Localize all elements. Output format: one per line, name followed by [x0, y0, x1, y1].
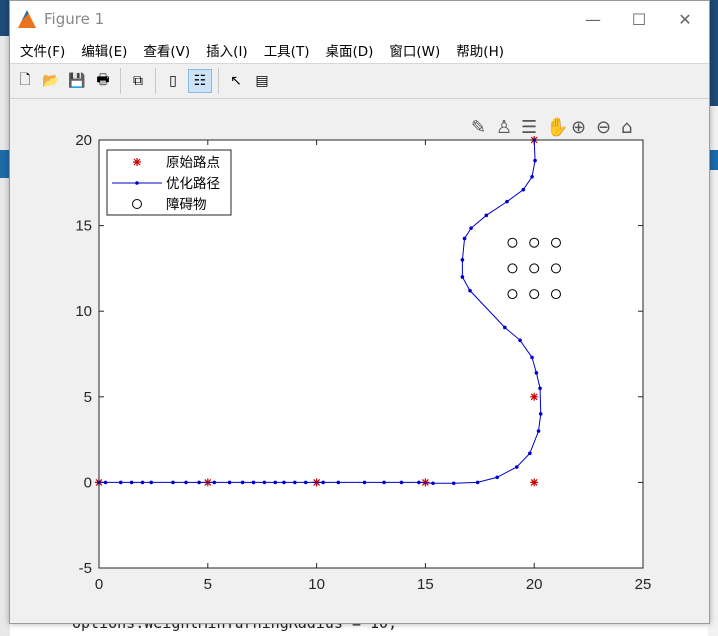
- path-point: [240, 480, 245, 485]
- path-point: [282, 480, 286, 485]
- plot: ✎ ♙ ☰ ✋ ⊕ ⊖ ⌂0 5 10 15 20 25-505101520原始路点优化路径障碍物: [75, 116, 652, 593]
- path-point: [518, 338, 522, 343]
- path-point: [251, 480, 256, 485]
- y-tick-label: 0: [84, 474, 92, 491]
- path-point: [475, 480, 480, 485]
- path-point: [227, 480, 232, 485]
- path-point: [431, 481, 435, 486]
- path-point: [184, 480, 188, 485]
- data-cursor-icon[interactable]: ♙: [496, 117, 512, 138]
- x-tick-label: 0: [95, 576, 103, 593]
- path-point: [530, 175, 534, 179]
- path-point: [262, 480, 267, 485]
- path-point: [362, 480, 367, 485]
- path-point: [171, 480, 175, 485]
- path-point: [536, 429, 541, 433]
- path-point: [528, 451, 532, 456]
- path-point: [503, 325, 507, 330]
- path-point: [469, 226, 473, 230]
- path-point: [212, 480, 217, 485]
- legend-label: 优化路径: [166, 176, 220, 192]
- waypoint-marker: [530, 478, 539, 487]
- path-point: [468, 288, 472, 293]
- legend-dot: [135, 181, 139, 185]
- path-point: [293, 480, 297, 485]
- path-point: [462, 236, 467, 241]
- path-point: [382, 480, 386, 485]
- path-point: [273, 480, 278, 485]
- legend: 原始路点优化路径障碍物: [106, 149, 232, 216]
- path-point: [149, 480, 154, 485]
- y-tick-label: -5: [79, 560, 92, 577]
- path-point: [118, 480, 123, 485]
- path-point: [303, 480, 308, 485]
- pan-icon[interactable]: ✋: [546, 116, 568, 138]
- path-point: [103, 480, 108, 485]
- path-point: [534, 371, 539, 375]
- x-tick-label: 15: [417, 576, 434, 593]
- home-icon[interactable]: ⌂: [621, 117, 632, 138]
- path-point: [399, 480, 404, 485]
- path-point: [533, 158, 537, 163]
- path-point: [417, 480, 421, 485]
- path-point: [530, 355, 534, 360]
- x-tick-label: 20: [526, 576, 543, 593]
- path-point: [197, 480, 201, 485]
- legend-asterisk: [133, 158, 141, 166]
- path-point: [451, 481, 456, 486]
- path-point: [336, 480, 341, 485]
- y-tick-label: 10: [75, 303, 92, 320]
- path-point: [321, 480, 325, 485]
- x-tick-label: 25: [635, 576, 652, 593]
- path-point: [460, 275, 465, 279]
- y-tick-label: 15: [75, 218, 92, 235]
- data-tips-icon[interactable]: ☰: [521, 117, 537, 138]
- path-point: [460, 258, 465, 262]
- legend-label: 原始路点: [166, 155, 220, 171]
- path-point: [484, 213, 489, 218]
- path-point: [538, 386, 542, 391]
- y-tick-label: 5: [84, 389, 92, 406]
- x-tick-label: 10: [308, 576, 325, 593]
- path-point: [140, 480, 145, 485]
- waypoint-marker: [530, 392, 539, 401]
- path-point: [514, 465, 519, 469]
- zoom-out-icon[interactable]: ⊖: [596, 117, 611, 138]
- x-tick-label: 5: [204, 576, 212, 593]
- legend-label: 障碍物: [166, 197, 207, 213]
- path-point: [505, 199, 509, 204]
- path-point: [495, 475, 500, 480]
- zoom-in-icon[interactable]: ⊕: [571, 117, 586, 138]
- y-tick-label: 20: [75, 132, 92, 149]
- path-point: [538, 412, 543, 416]
- path-point: [129, 480, 134, 485]
- brush-icon[interactable]: ✎: [471, 117, 486, 138]
- path-point: [521, 187, 526, 192]
